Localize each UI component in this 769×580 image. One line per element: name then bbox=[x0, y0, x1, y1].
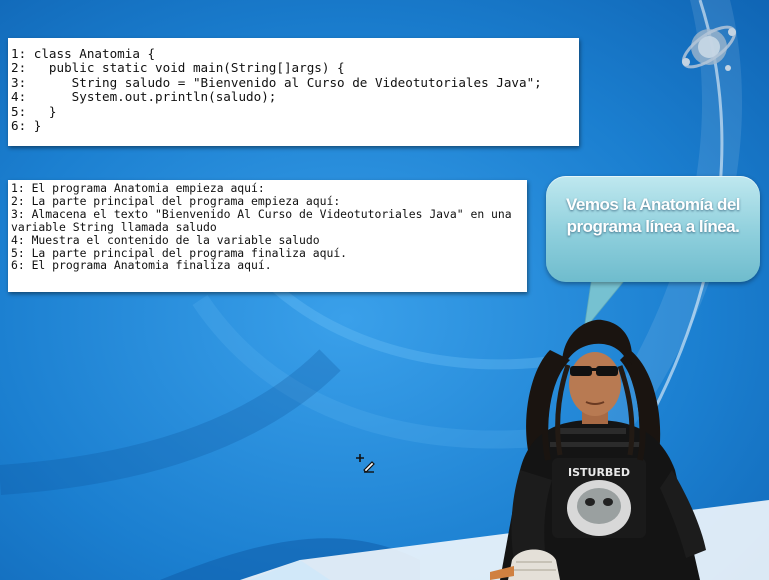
explanation-panel: 1: El programa Anatomia empieza aquí: 2:… bbox=[8, 180, 527, 292]
move-resize-cursor-icon bbox=[356, 454, 375, 473]
explanation-line-4: 4: Muestra el contenido de la variable s… bbox=[11, 232, 320, 247]
code-line-1: 1: class Anatomia { bbox=[11, 46, 156, 61]
avatar-character: ISTURBED bbox=[490, 319, 706, 580]
explanation-line-6: 6: El programa Anatomia finaliza aquí. bbox=[11, 258, 272, 273]
explanation-line-2: 2: La parte principal del programa empie… bbox=[11, 193, 341, 208]
code-line-4: 4: System.out.println(saludo); bbox=[11, 89, 277, 105]
avatar-shirt-text: ISTURBED bbox=[568, 466, 630, 479]
orbital-logo-icon bbox=[681, 25, 737, 71]
speech-bubble: Vemos la Anatomía del programa línea a l… bbox=[546, 176, 760, 282]
speech-bubble-text: Vemos la Anatomía del programa línea a l… bbox=[565, 195, 741, 236]
code-line-5: 5: } bbox=[11, 103, 57, 119]
explanation-line-1: 1: El programa Anatomia empieza aquí: bbox=[11, 181, 265, 195]
code-line-6: 6: } bbox=[11, 118, 42, 134]
code-line-2: 2: public static void main(String[]args)… bbox=[11, 60, 345, 76]
explanation-line-3: 3: Almacena el texto "Bienvenido Al Curs… bbox=[11, 206, 519, 234]
code-line-3: 3: String saludo = "Bienvenido al Curso … bbox=[11, 74, 542, 90]
code-panel: 1: class Anatomia { 2: public static voi… bbox=[8, 38, 579, 146]
